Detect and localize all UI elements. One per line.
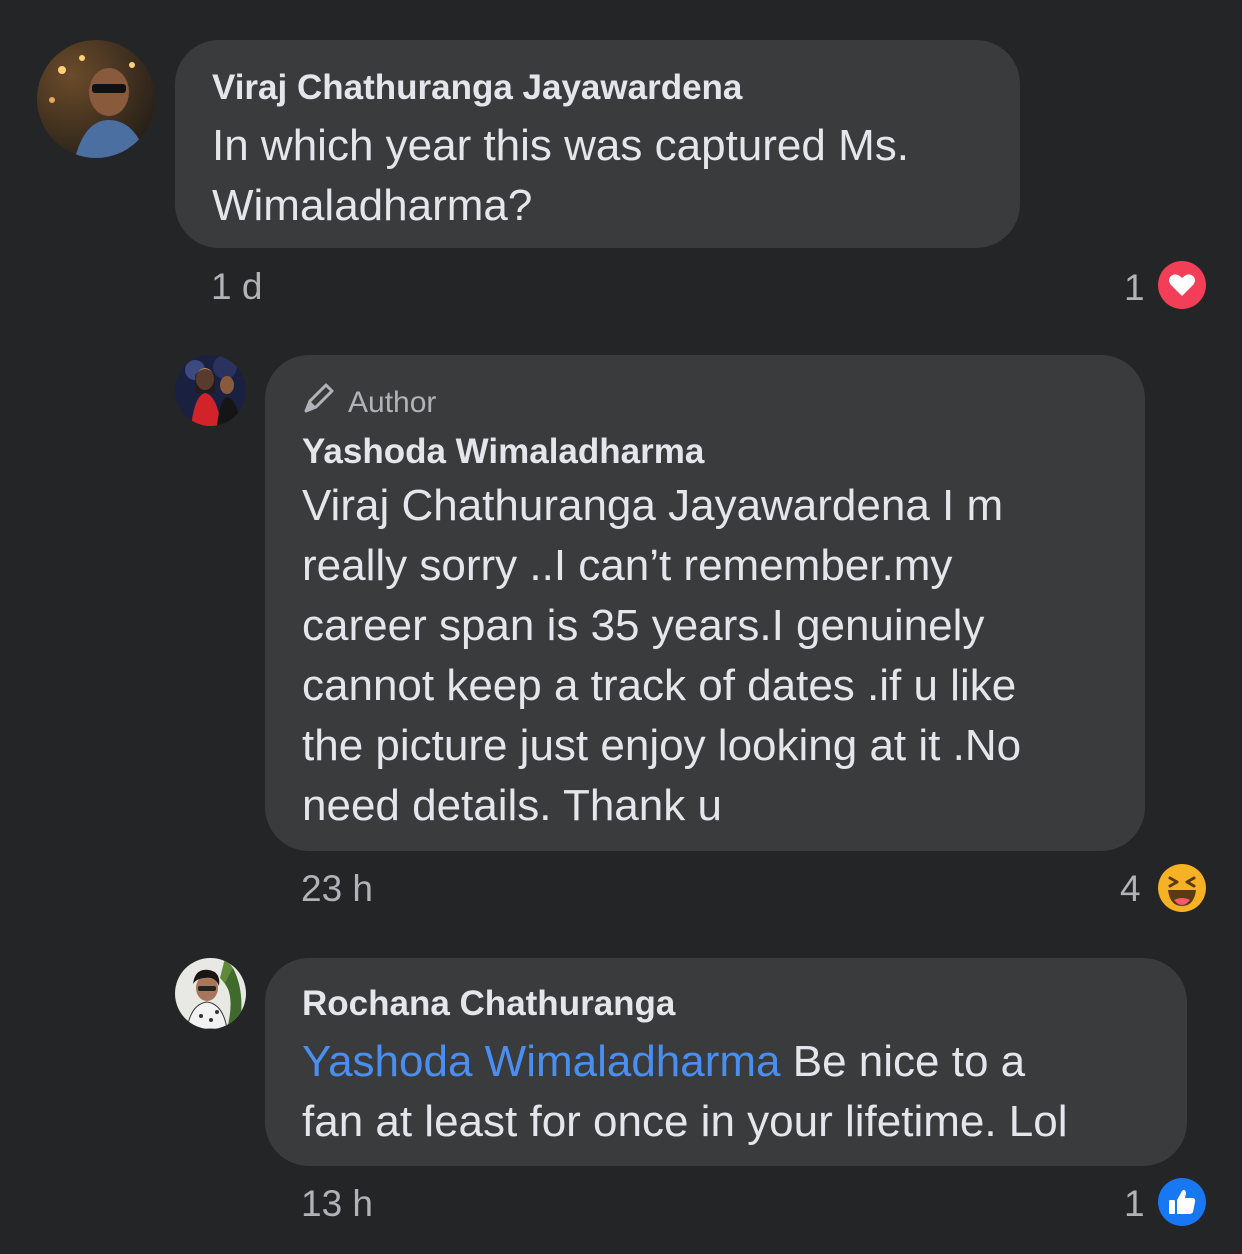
comment-text: Yashoda Wimaladharma Be nice to a fan at… (302, 1032, 1157, 1152)
comment-timestamp[interactable]: 1 d (211, 265, 262, 309)
reply-bubble: Rochana Chathuranga Yashoda Wimaladharma… (265, 958, 1187, 1166)
comment-timestamp[interactable]: 13 h (301, 1182, 373, 1226)
like-icon[interactable] (1158, 1178, 1206, 1226)
love-icon[interactable] (1158, 261, 1206, 309)
reaction-count[interactable]: 4 (1120, 867, 1141, 911)
viraj-avatar[interactable] (37, 40, 155, 158)
comment-thread: Viraj Chathuranga Jayawardena In which y… (0, 0, 1242, 1254)
rochana-avatar[interactable] (175, 958, 246, 1029)
author-badge-label: Author (348, 385, 437, 419)
comment-text: Viraj Chathuranga Jayawardena I m really… (302, 481, 1022, 830)
haha-icon[interactable] (1158, 864, 1206, 912)
comment-text: In which year this was captured Ms. Wima… (212, 121, 909, 230)
comment-bubble: Viraj Chathuranga Jayawardena In which y… (175, 40, 1020, 248)
comment-author[interactable]: Viraj Chathuranga Jayawardena (212, 66, 984, 110)
mention-link[interactable]: Yashoda Wimaladharma (302, 1037, 781, 1086)
pen-icon (302, 379, 338, 426)
reaction-count[interactable]: 1 (1124, 266, 1145, 310)
author-badge: Author (302, 379, 1109, 426)
comment-author[interactable]: Yashoda Wimaladharma (302, 430, 1109, 474)
reaction-count[interactable]: 1 (1124, 1182, 1145, 1226)
yashoda-avatar[interactable] (175, 355, 246, 426)
comment-timestamp[interactable]: 23 h (301, 867, 373, 911)
reply-bubble: Author Yashoda Wimaladharma Viraj Chathu… (265, 355, 1145, 851)
comment-author[interactable]: Rochana Chathuranga (302, 982, 1157, 1026)
